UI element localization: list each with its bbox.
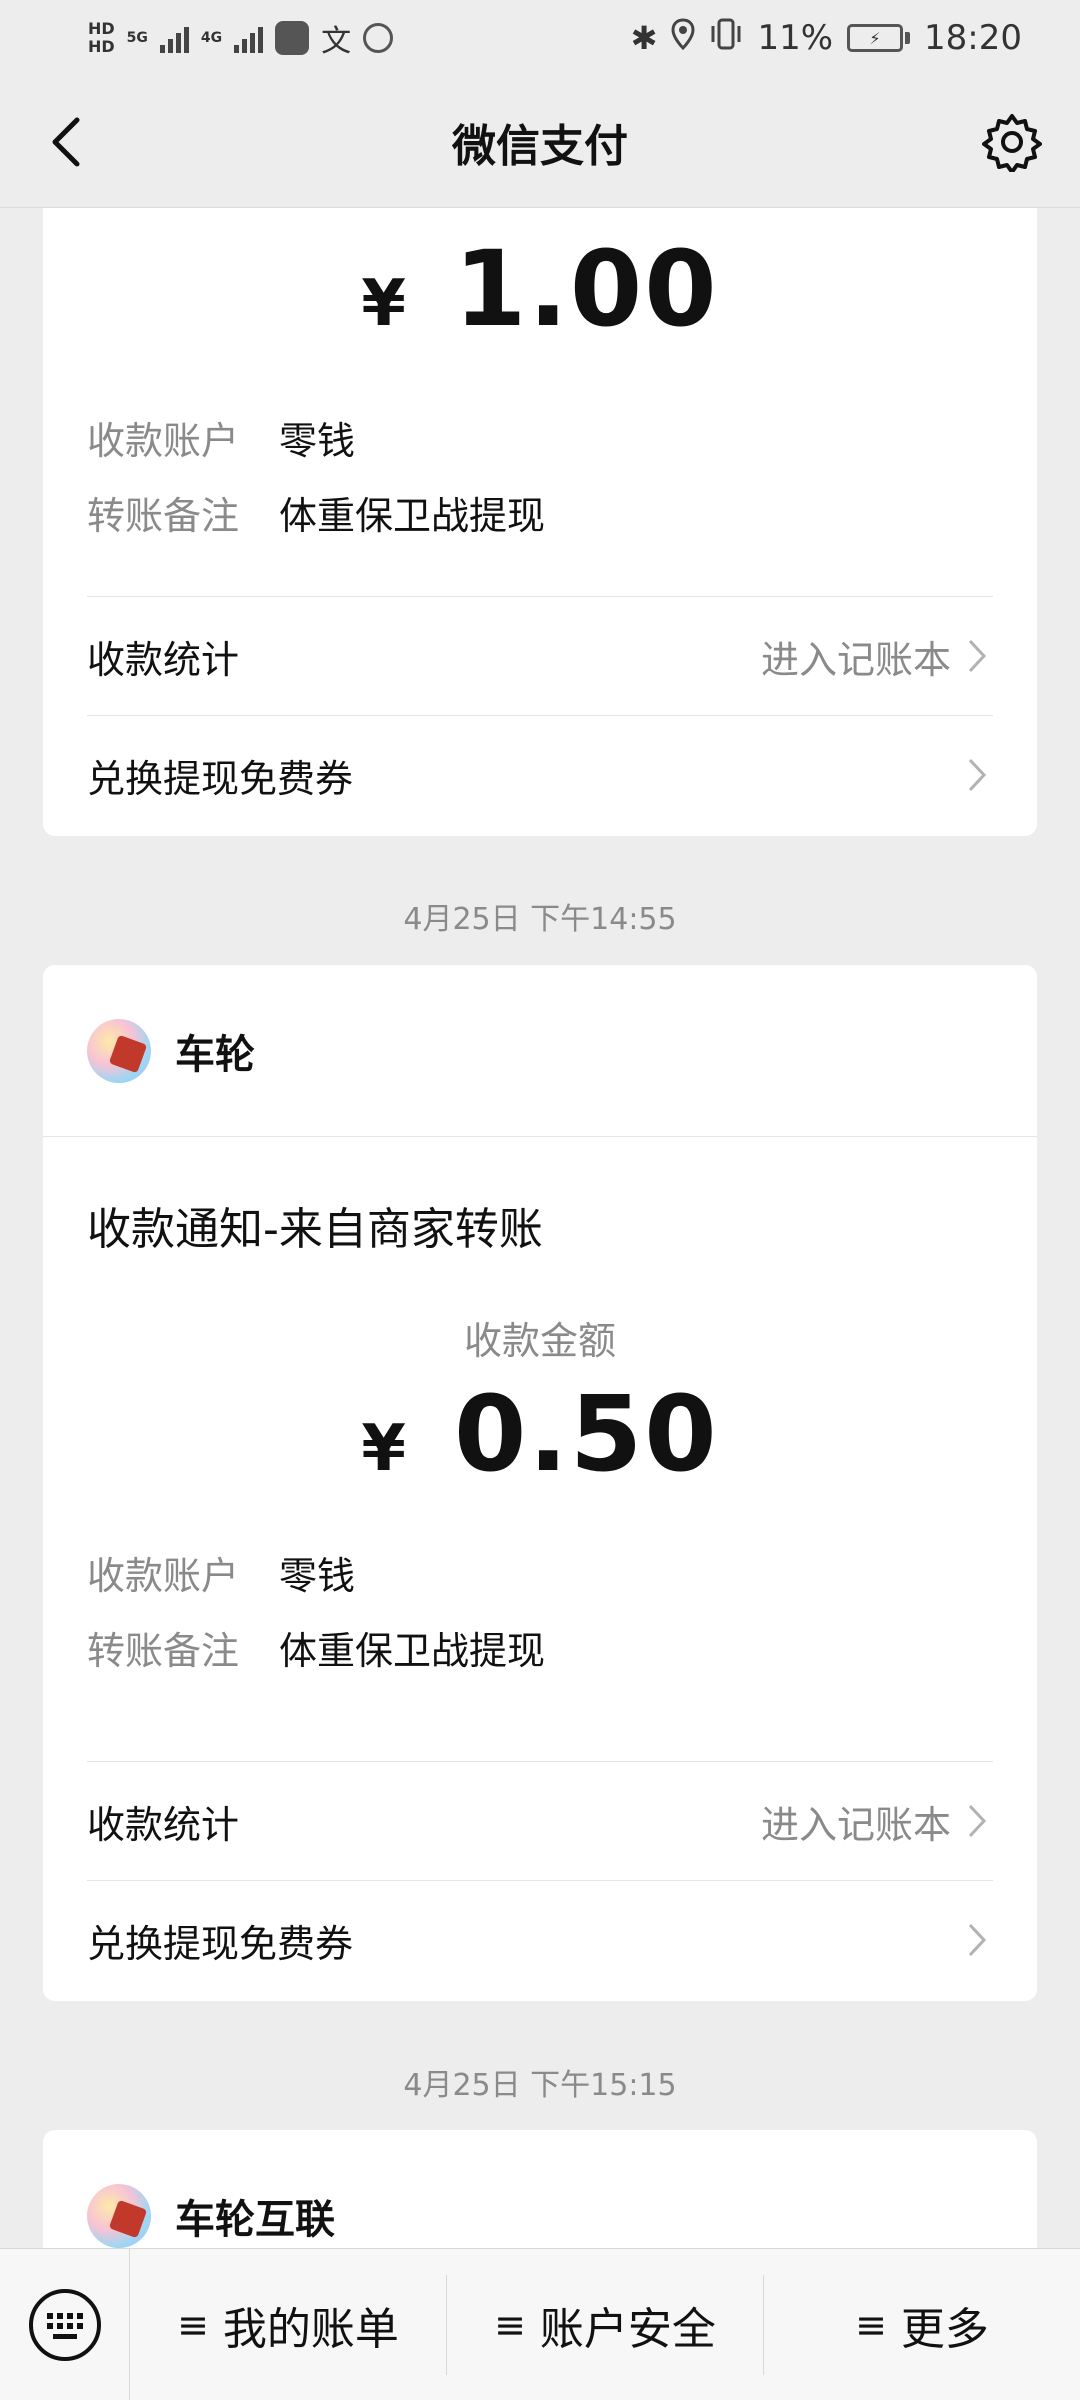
battery-percent: 11% [757,18,834,58]
vibrate-icon [709,18,743,59]
nav-bar: 微信支付 [0,76,1080,208]
amount-display: ¥ 1.00 [43,228,1037,350]
menu-icon: ≡ [855,2302,887,2347]
payment-card: ¥ 1.00 收款账户 零钱 转账备注 体重保卫战提现 收款统计 进入记账本 兑… [43,208,1037,836]
coupon-row[interactable]: 兑换提现免费券 [87,1881,993,1999]
timestamp: 4月25日 下午14:55 [403,902,677,937]
merchant-header[interactable]: 车轮互联 [87,2184,335,2248]
network-5g-label: 5G [126,30,148,46]
hd-indicator: HD HD [88,19,115,56]
info-row: 收款账户 零钱 [87,1554,356,1598]
chevron-right-icon [967,1801,993,1841]
translate-icon: 文 [321,24,352,59]
amount-display: ¥ 0.50 [43,1373,1037,1495]
currency-symbol: ¥ [361,267,406,341]
menu-more[interactable]: ≡ 更多 [764,2275,1080,2375]
avatar [87,1019,151,1083]
payment-card: 车轮 收款通知-来自商家转账 收款金额 ¥ 0.50 收款账户 零钱 转账备注 … [43,965,1037,2001]
chevron-right-icon [967,636,993,676]
chevron-right-icon [967,1920,993,1960]
menu-icon: ≡ [177,2302,209,2347]
menu-my-bills[interactable]: ≡ 我的账单 [130,2274,447,2375]
notice-title: 收款通知-来自商家转账 [87,1204,543,1255]
status-bar: HD HD 5G 4G 文 ✱ 11% ⚡ 18:20 [0,0,1080,76]
back-button[interactable] [30,106,102,178]
network-4g-label: 4G [200,30,223,46]
page-title: 微信支付 [452,120,628,172]
amount-value: 0.50 [453,1373,719,1495]
message-list[interactable]: ¥ 1.00 收款账户 零钱 转账备注 体重保卫战提现 收款统计 进入记账本 兑… [0,208,1080,2248]
currency-symbol: ¥ [361,1412,406,1486]
avatar [87,2184,151,2248]
amount-label: 收款金额 [463,1319,616,1363]
bluetooth-icon: ✱ [630,19,658,57]
info-row: 转账备注 体重保卫战提现 [87,494,546,538]
shield-icon [363,23,394,53]
coupon-row[interactable]: 兑换提现免费券 [87,716,993,834]
stats-row[interactable]: 收款统计 进入记账本 [87,597,993,715]
settings-button[interactable] [974,104,1050,180]
keyboard-icon [28,2288,101,2361]
clock: 18:20 [924,18,1022,58]
signal-icon-2 [234,23,264,53]
app-notification-icon [275,21,310,55]
timestamp: 4月25日 下午15:15 [403,2068,677,2103]
info-row: 转账备注 体重保卫战提现 [87,1629,546,1673]
signal-icon [159,23,189,53]
chevron-left-icon [52,117,80,167]
gear-icon [982,114,1042,172]
payment-card: 车轮互联 [43,2130,1037,2248]
amount-value: 1.00 [453,228,719,350]
location-icon [671,17,695,59]
bottom-menu-bar: ≡ 我的账单 ≡ 账户安全 ≡ 更多 [0,2248,1080,2400]
battery-icon: ⚡ [847,24,911,52]
chevron-right-icon [967,755,993,795]
merchant-header[interactable]: 车轮 [87,1019,255,1083]
menu-account-security[interactable]: ≡ 账户安全 [447,2274,764,2375]
stats-row[interactable]: 收款统计 进入记账本 [87,1762,993,1880]
keyboard-toggle-button[interactable] [0,2248,130,2400]
info-row: 收款账户 零钱 [87,419,356,463]
divider [43,1136,1037,1137]
menu-icon: ≡ [494,2302,526,2347]
